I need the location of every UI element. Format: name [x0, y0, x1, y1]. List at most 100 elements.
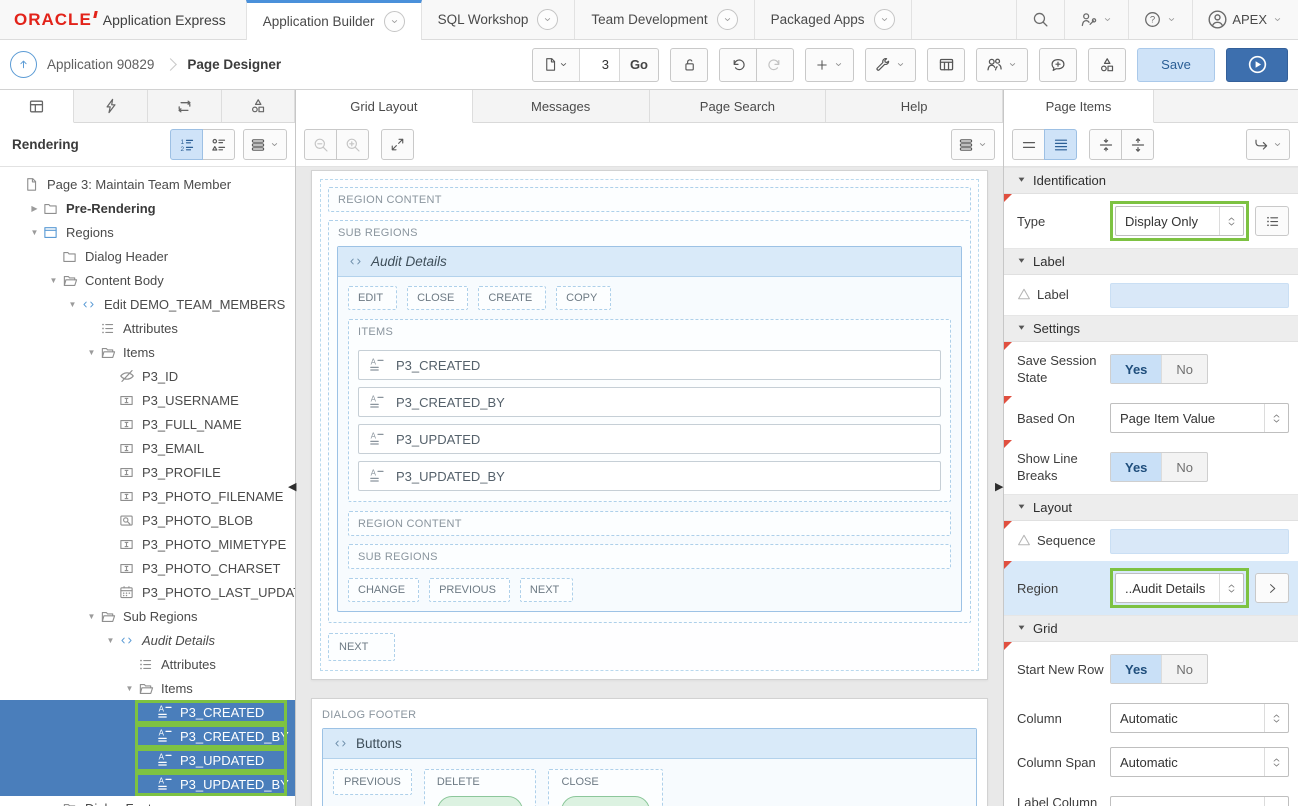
collapse-all-button[interactable] [1012, 129, 1045, 160]
canvas-item-p3_created[interactable]: AP3_CREATED [358, 350, 941, 380]
center-tab-grid-layout[interactable]: Grid Layout [296, 90, 473, 123]
spinner-icon[interactable] [1264, 748, 1288, 776]
tree-collapse-arrow-icon[interactable]: ▼ [46, 276, 61, 285]
input-sequence[interactable] [1110, 529, 1289, 554]
sort-by-order-button[interactable]: 12 [170, 129, 203, 160]
select-type[interactable]: Display Only [1115, 206, 1244, 236]
toggle-option-no[interactable]: No [1162, 655, 1207, 683]
canvas-button-change[interactable]: CHANGE [348, 578, 419, 602]
nav-tab-team-development[interactable]: Team Development [574, 0, 754, 39]
page-finder-button[interactable] [533, 49, 580, 81]
select-based-on[interactable]: Page Item Value [1110, 403, 1289, 433]
tab-dynamic-actions[interactable] [74, 90, 148, 122]
nav-tab-menu[interactable] [874, 9, 895, 30]
audit-details-region-header[interactable]: Audit Details [338, 247, 961, 277]
help-menu[interactable]: ? [1128, 0, 1192, 39]
lock-button[interactable] [670, 48, 708, 82]
button-slot-close[interactable]: CLOSECANCEL [548, 769, 663, 806]
zoom-in-button[interactable] [336, 129, 369, 160]
select-column[interactable]: Automatic [1110, 703, 1289, 733]
tree-node-sub-regions[interactable]: ▼Sub Regions [0, 604, 295, 628]
canvas-button-copy[interactable]: COPY [556, 286, 611, 310]
tree-collapse-arrow-icon[interactable]: ▼ [27, 228, 42, 237]
tree-node-p3-id[interactable]: P3_ID [0, 364, 295, 388]
section-header-layout[interactable]: Layout [1004, 494, 1298, 521]
tab-page-shared-components[interactable] [222, 90, 295, 122]
canvas-button-previous[interactable]: PREVIOUS [429, 578, 510, 602]
sort-by-type-button[interactable] [202, 129, 235, 160]
canvas-item-p3_updated[interactable]: AP3_UPDATED [358, 424, 941, 454]
run-button[interactable] [1226, 48, 1288, 82]
spinner-icon[interactable] [1264, 704, 1288, 732]
create-menu-button[interactable] [805, 48, 854, 82]
section-header-identification[interactable]: Identification [1004, 167, 1298, 194]
zoom-out-button[interactable] [304, 129, 337, 160]
canvas-button-edit[interactable]: EDIT [348, 286, 397, 310]
undo-button[interactable] [719, 48, 757, 82]
comments-button[interactable] [1039, 48, 1077, 82]
tree-node-p3-email[interactable]: P3_EMAIL [0, 436, 295, 460]
audit-details-region[interactable]: Audit Details EDITCLOSECREATECOPY ITEMS … [337, 246, 962, 612]
tree-node-p3-photo-charset[interactable]: P3_PHOTO_CHARSET [0, 556, 295, 580]
section-header-settings[interactable]: Settings [1004, 315, 1298, 342]
canvas-button-delete[interactable]: DELETE [437, 796, 524, 806]
collapse-sections-button[interactable] [1089, 129, 1122, 160]
tree-node-p3-photo-blob[interactable]: P3_PHOTO_BLOB [0, 508, 295, 532]
tab-processing[interactable] [148, 90, 222, 122]
nav-tab-application-builder[interactable]: Application Builder [246, 0, 422, 40]
go-up-button[interactable] [10, 51, 37, 78]
tree-node-dialog-footer[interactable]: ▼Dialog Footer [0, 796, 295, 806]
tree-node-p3-updated[interactable]: AP3_UPDATED [0, 748, 295, 772]
nav-tab-menu[interactable] [384, 11, 405, 32]
spinner-icon[interactable] [1264, 404, 1288, 432]
save-button[interactable]: Save [1137, 48, 1215, 82]
expand-all-button[interactable] [1044, 129, 1077, 160]
tree-node-attributes[interactable]: Attributes [0, 316, 295, 340]
spinner-icon[interactable] [1219, 574, 1243, 602]
tab-page-items[interactable]: Page Items [1004, 90, 1154, 123]
toggle-option-yes[interactable]: Yes [1111, 655, 1162, 683]
buttons-region-header[interactable]: Buttons [323, 729, 976, 759]
nav-tab-menu[interactable] [717, 9, 738, 30]
tree-node-attributes[interactable]: Attributes [0, 652, 295, 676]
select-column-span[interactable]: Automatic [1110, 747, 1289, 777]
page-number-input[interactable]: 3 [580, 49, 620, 81]
select-label-column-span[interactable]: Page Template Default [1110, 796, 1289, 806]
next-button-slot[interactable]: NEXT [328, 633, 395, 661]
tree-node-p3-updated-by[interactable]: AP3_UPDATED_BY [0, 772, 295, 796]
toggle-option-yes[interactable]: Yes [1111, 355, 1162, 383]
canvas-button-cancel[interactable]: CANCEL [561, 796, 650, 806]
canvas-button-create[interactable]: CREATE [478, 286, 546, 310]
go-button[interactable]: Go [620, 49, 658, 81]
tree-node-page-3-maintain-team-member[interactable]: Page 3: Maintain Team Member [0, 172, 295, 196]
goto-menu-button[interactable] [1246, 129, 1290, 160]
tree-node-items[interactable]: ▼Items [0, 340, 295, 364]
nav-tab-menu[interactable] [537, 9, 558, 30]
quick-pick-button[interactable] [1255, 206, 1289, 236]
tree-node-p3-photo-filename[interactable]: P3_PHOTO_FILENAME [0, 484, 295, 508]
nav-tab-sql-workshop[interactable]: SQL Workshop [421, 0, 576, 39]
section-header-grid[interactable]: Grid [1004, 615, 1298, 642]
tree-node-p3-created-by[interactable]: AP3_CREATED_BY [0, 724, 295, 748]
go-to-region-button[interactable] [1255, 573, 1289, 603]
tree-node-p3-full-name[interactable]: P3_FULL_NAME [0, 412, 295, 436]
tree-node-pre-rendering[interactable]: ▶Pre-Rendering [0, 196, 295, 220]
tree-collapse-arrow-icon[interactable]: ▼ [122, 684, 137, 693]
right-splitter-handle[interactable]: ▶ [995, 482, 1003, 492]
buttons-region[interactable]: Buttons PREVIOUSDELETEDELETECLOSECANCEL … [322, 728, 977, 806]
tree-menu-button[interactable] [243, 129, 287, 160]
tree-node-edit-demo-team-members[interactable]: ▼Edit DEMO_TEAM_MEMBERS [0, 292, 295, 316]
tree-collapse-arrow-icon[interactable]: ▼ [65, 300, 80, 309]
canvas-item-p3_created_by[interactable]: AP3_CREATED_BY [358, 387, 941, 417]
spinner-icon[interactable] [1219, 207, 1243, 235]
tree-node-items[interactable]: ▼Items [0, 676, 295, 700]
shared-components-menu-button[interactable] [976, 48, 1028, 82]
administration-menu[interactable] [1064, 0, 1128, 39]
expand-sections-button[interactable] [1121, 129, 1154, 160]
tree-node-p3-username[interactable]: P3_USERNAME [0, 388, 295, 412]
tree-node-p3-photo-mimetype[interactable]: P3_PHOTO_MIMETYPE [0, 532, 295, 556]
section-header-label[interactable]: Label [1004, 248, 1298, 275]
button-slot-previous[interactable]: PREVIOUS [333, 769, 412, 795]
left-splitter-handle[interactable]: ◀ [288, 482, 296, 492]
spinner-icon[interactable] [1264, 797, 1288, 806]
